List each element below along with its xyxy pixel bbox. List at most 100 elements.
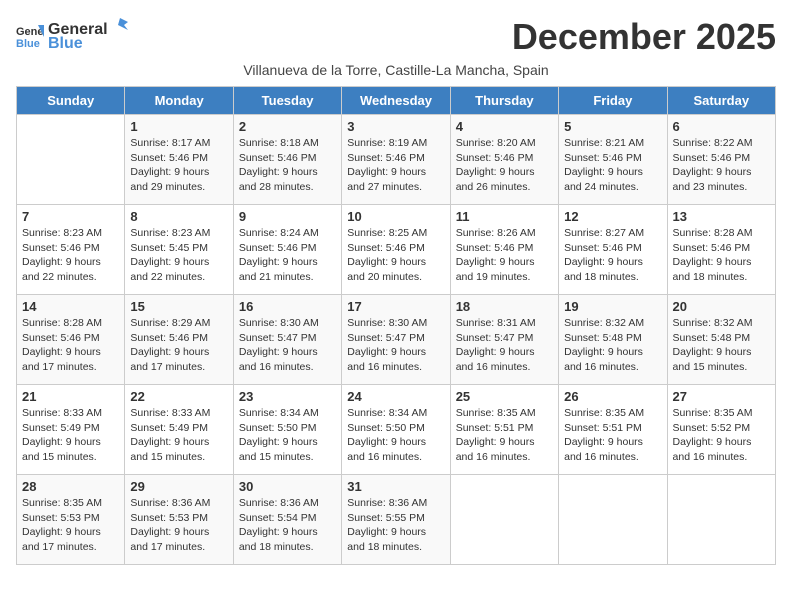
calendar-cell: 8 Sunrise: 8:23 AMSunset: 5:45 PMDaylight… bbox=[125, 205, 233, 295]
day-number: 19 bbox=[564, 299, 661, 314]
day-number: 16 bbox=[239, 299, 336, 314]
calendar-body: 1Sunrise: 8:17 AMSunset: 5:46 PMDaylight… bbox=[17, 115, 776, 565]
calendar-cell: 4 Sunrise: 8:20 AMSunset: 5:46 PMDaylight… bbox=[450, 115, 558, 205]
day-info: Sunrise: 8:28 AMSunset: 5:46 PMDaylight:… bbox=[22, 316, 119, 375]
svg-text:Blue: Blue bbox=[16, 38, 40, 49]
day-info: Sunrise: 8:30 AMSunset: 5:47 PMDaylight:… bbox=[347, 316, 444, 375]
day-info: Sunrise: 8:35 AMSunset: 5:52 PMDaylight:… bbox=[673, 406, 770, 465]
calendar-cell: 21 Sunrise: 8:33 AMSunset: 5:49 PMDayligh… bbox=[17, 385, 125, 475]
calendar-cell: 14Sunrise: 8:28 AMSunset: 5:46 PMDayligh… bbox=[17, 295, 125, 385]
day-number: 18 bbox=[456, 299, 553, 314]
day-header-thursday: Thursday bbox=[450, 87, 558, 115]
day-header-friday: Friday bbox=[559, 87, 667, 115]
day-number: 22 bbox=[130, 389, 227, 404]
day-info: Sunrise: 8:24 AMSunset: 5:46 PMDaylight:… bbox=[239, 226, 336, 285]
day-header-tuesday: Tuesday bbox=[233, 87, 341, 115]
day-info: Sunrise: 8:34 AMSunset: 5:50 PMDaylight:… bbox=[347, 406, 444, 465]
day-header-monday: Monday bbox=[125, 87, 233, 115]
calendar-cell bbox=[667, 475, 775, 565]
page-header: General Blue General Blue December 2025 bbox=[16, 16, 776, 58]
day-info: Sunrise: 8:35 AMSunset: 5:51 PMDaylight:… bbox=[456, 406, 553, 465]
calendar-cell: 5Sunrise: 8:21 AMSunset: 5:46 PMDaylight… bbox=[559, 115, 667, 205]
calendar-week-row: 21 Sunrise: 8:33 AMSunset: 5:49 PMDayligh… bbox=[17, 385, 776, 475]
day-number: 30 bbox=[239, 479, 336, 494]
calendar-week-row: 14Sunrise: 8:28 AMSunset: 5:46 PMDayligh… bbox=[17, 295, 776, 385]
day-info: Sunrise: 8:36 AMSunset: 5:53 PMDaylight:… bbox=[130, 496, 227, 555]
day-number: 28 bbox=[22, 479, 119, 494]
day-info: Sunrise: 8:33 AMSunset: 5:49 PMDaylight:… bbox=[130, 406, 227, 465]
day-info: Sunrise: 8:32 AMSunset: 5:48 PMDaylight:… bbox=[673, 316, 770, 375]
day-number: 2 bbox=[239, 119, 336, 134]
day-info: Sunrise: 8:36 AMSunset: 5:55 PMDaylight:… bbox=[347, 496, 444, 555]
day-number: 8 bbox=[130, 209, 227, 224]
calendar-cell: 17 Sunrise: 8:30 AMSunset: 5:47 PMDayligh… bbox=[342, 295, 450, 385]
day-number: 21 bbox=[22, 389, 119, 404]
day-number: 6 bbox=[673, 119, 770, 134]
day-number: 26 bbox=[564, 389, 661, 404]
calendar-cell: 10 Sunrise: 8:25 AMSunset: 5:46 PMDayligh… bbox=[342, 205, 450, 295]
calendar-cell bbox=[17, 115, 125, 205]
calendar-cell: 2 Sunrise: 8:18 AMSunset: 5:46 PMDaylight… bbox=[233, 115, 341, 205]
day-number: 31 bbox=[347, 479, 444, 494]
logo-icon: General Blue bbox=[16, 21, 44, 49]
calendar-week-row: 28 Sunrise: 8:35 AMSunset: 5:53 PMDayligh… bbox=[17, 475, 776, 565]
calendar-week-row: 7 Sunrise: 8:23 AMSunset: 5:46 PMDaylight… bbox=[17, 205, 776, 295]
day-info: Sunrise: 8:21 AMSunset: 5:46 PMDaylight:… bbox=[564, 136, 661, 195]
calendar-cell: 27 Sunrise: 8:35 AMSunset: 5:52 PMDayligh… bbox=[667, 385, 775, 475]
calendar-cell bbox=[559, 475, 667, 565]
day-info: Sunrise: 8:22 AMSunset: 5:46 PMDaylight:… bbox=[673, 136, 770, 195]
day-number: 24 bbox=[347, 389, 444, 404]
day-info: Sunrise: 8:23 AMSunset: 5:46 PMDaylight:… bbox=[22, 226, 119, 285]
day-info: Sunrise: 8:18 AMSunset: 5:46 PMDaylight:… bbox=[239, 136, 336, 195]
calendar-cell: 23 Sunrise: 8:34 AMSunset: 5:50 PMDayligh… bbox=[233, 385, 341, 475]
day-number: 17 bbox=[347, 299, 444, 314]
day-number: 10 bbox=[347, 209, 444, 224]
day-number: 29 bbox=[130, 479, 227, 494]
calendar-cell bbox=[450, 475, 558, 565]
day-info: Sunrise: 8:23 AMSunset: 5:45 PMDaylight:… bbox=[130, 226, 227, 285]
calendar-cell: 20 Sunrise: 8:32 AMSunset: 5:48 PMDayligh… bbox=[667, 295, 775, 385]
calendar-cell: 22 Sunrise: 8:33 AMSunset: 5:49 PMDayligh… bbox=[125, 385, 233, 475]
day-info: Sunrise: 8:29 AMSunset: 5:46 PMDaylight:… bbox=[130, 316, 227, 375]
calendar-table: SundayMondayTuesdayWednesdayThursdayFrid… bbox=[16, 86, 776, 565]
day-info: Sunrise: 8:33 AMSunset: 5:49 PMDaylight:… bbox=[22, 406, 119, 465]
day-info: Sunrise: 8:27 AMSunset: 5:46 PMDaylight:… bbox=[564, 226, 661, 285]
calendar-cell: 25Sunrise: 8:35 AMSunset: 5:51 PMDayligh… bbox=[450, 385, 558, 475]
day-header-wednesday: Wednesday bbox=[342, 87, 450, 115]
day-number: 23 bbox=[239, 389, 336, 404]
day-info: Sunrise: 8:28 AMSunset: 5:46 PMDaylight:… bbox=[673, 226, 770, 285]
day-info: Sunrise: 8:34 AMSunset: 5:50 PMDaylight:… bbox=[239, 406, 336, 465]
day-info: Sunrise: 8:17 AMSunset: 5:46 PMDaylight:… bbox=[130, 136, 227, 195]
day-number: 15 bbox=[130, 299, 227, 314]
calendar-cell: 24 Sunrise: 8:34 AMSunset: 5:50 PMDayligh… bbox=[342, 385, 450, 475]
calendar-cell: 1Sunrise: 8:17 AMSunset: 5:46 PMDaylight… bbox=[125, 115, 233, 205]
day-number: 4 bbox=[456, 119, 553, 134]
month-title: December 2025 bbox=[512, 16, 776, 58]
day-number: 27 bbox=[673, 389, 770, 404]
day-number: 13 bbox=[673, 209, 770, 224]
calendar-cell: 11Sunrise: 8:26 AMSunset: 5:46 PMDayligh… bbox=[450, 205, 558, 295]
day-info: Sunrise: 8:20 AMSunset: 5:46 PMDaylight:… bbox=[456, 136, 553, 195]
calendar-cell: 15 Sunrise: 8:29 AMSunset: 5:46 PMDayligh… bbox=[125, 295, 233, 385]
calendar-cell: 26Sunrise: 8:35 AMSunset: 5:51 PMDayligh… bbox=[559, 385, 667, 475]
day-info: Sunrise: 8:31 AMSunset: 5:47 PMDaylight:… bbox=[456, 316, 553, 375]
calendar-header-row: SundayMondayTuesdayWednesdayThursdayFrid… bbox=[17, 87, 776, 115]
calendar-cell: 31 Sunrise: 8:36 AMSunset: 5:55 PMDayligh… bbox=[342, 475, 450, 565]
calendar-cell: 7 Sunrise: 8:23 AMSunset: 5:46 PMDaylight… bbox=[17, 205, 125, 295]
calendar-cell: 3 Sunrise: 8:19 AMSunset: 5:46 PMDaylight… bbox=[342, 115, 450, 205]
day-number: 20 bbox=[673, 299, 770, 314]
calendar-week-row: 1Sunrise: 8:17 AMSunset: 5:46 PMDaylight… bbox=[17, 115, 776, 205]
day-info: Sunrise: 8:25 AMSunset: 5:46 PMDaylight:… bbox=[347, 226, 444, 285]
day-info: Sunrise: 8:36 AMSunset: 5:54 PMDaylight:… bbox=[239, 496, 336, 555]
calendar-cell: 28 Sunrise: 8:35 AMSunset: 5:53 PMDayligh… bbox=[17, 475, 125, 565]
day-info: Sunrise: 8:35 AMSunset: 5:53 PMDaylight:… bbox=[22, 496, 119, 555]
day-header-saturday: Saturday bbox=[667, 87, 775, 115]
calendar-cell: 29 Sunrise: 8:36 AMSunset: 5:53 PMDayligh… bbox=[125, 475, 233, 565]
day-number: 3 bbox=[347, 119, 444, 134]
day-number: 7 bbox=[22, 209, 119, 224]
day-number: 9 bbox=[239, 209, 336, 224]
calendar-cell: 30 Sunrise: 8:36 AMSunset: 5:54 PMDayligh… bbox=[233, 475, 341, 565]
calendar-cell: 12Sunrise: 8:27 AMSunset: 5:46 PMDayligh… bbox=[559, 205, 667, 295]
day-info: Sunrise: 8:19 AMSunset: 5:46 PMDaylight:… bbox=[347, 136, 444, 195]
calendar-cell: 16Sunrise: 8:30 AMSunset: 5:47 PMDayligh… bbox=[233, 295, 341, 385]
